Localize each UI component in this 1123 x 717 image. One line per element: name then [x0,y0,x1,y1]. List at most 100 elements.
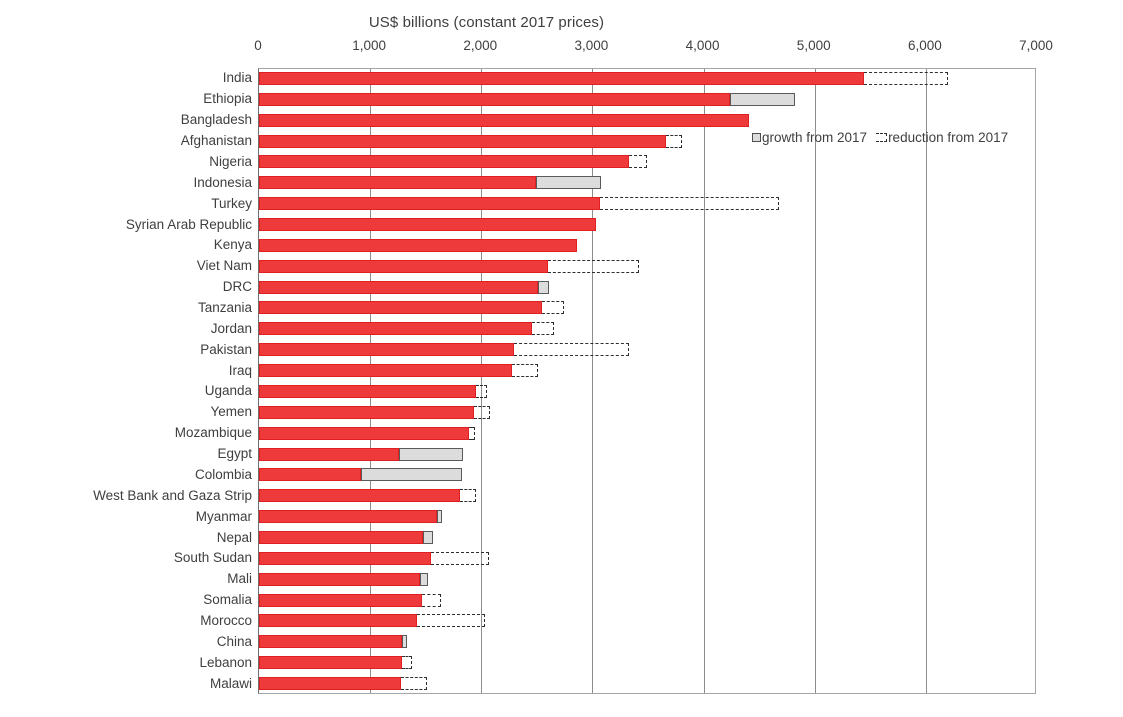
bar-segment-baseline [259,113,750,127]
bar-group [259,656,1037,670]
bar-segment-baseline [259,280,538,294]
bar-group [259,426,1037,440]
bar-segment-reduction [475,384,487,398]
bar-segment-reduction [600,197,780,211]
bars-layer [259,68,1036,694]
bar-segment-growth [402,635,407,649]
bar-group [259,301,1037,315]
bar-group [259,551,1037,565]
bar-chart: US$ billions (constant 2017 prices) 0 1,0… [0,0,1123,717]
category-label: Colombia [194,466,252,482]
bar-segment-baseline [259,343,514,357]
x-tick-label: 2,000 [463,38,498,53]
bar-group [259,447,1037,461]
chart-legend: growth from 2017 reduction from 2017 [752,130,1008,145]
bar-group [259,280,1037,294]
bar-segment-baseline [259,322,533,336]
bar-group [259,238,1037,252]
bar-segment-growth [535,176,602,190]
bar-segment-reduction [402,656,413,670]
bar-segment-growth [420,572,428,586]
bar-segment-reduction [401,677,427,691]
category-label: India [222,70,252,86]
bar-group [259,259,1037,273]
bar-group [259,218,1037,231]
bar-segment-reduction [422,593,442,607]
category-label: Myanmar [195,508,252,524]
bar-segment-baseline [259,364,513,378]
bar-group [259,635,1037,649]
bar-group [259,364,1037,378]
bar-segment-baseline [259,301,543,315]
bar-segment-growth [399,447,464,461]
bar-segment-baseline [259,405,474,419]
x-tick-label: 1,000 [352,38,387,53]
bar-segment-baseline [259,614,417,628]
category-label: Syrian Arab Republic [125,216,252,232]
category-label: Nepal [216,529,252,545]
category-label: Kenya [213,237,252,253]
category-label: China [216,633,252,649]
bar-segment-growth [361,468,463,482]
bar-segment-baseline [259,259,548,273]
bar-segment-reduction [547,259,640,273]
bar-group [259,405,1037,419]
category-label: Pakistan [200,341,252,357]
reduction-bracket-icon [876,133,888,142]
bar-group [259,468,1037,482]
category-label: Viet Nam [196,258,252,274]
bar-segment-growth [730,92,796,106]
bar-group [259,322,1037,336]
bar-segment-baseline [259,656,403,670]
bar-group [259,92,1037,106]
bar-segment-baseline [259,551,432,565]
category-label: Uganda [204,383,252,399]
bar-group [259,572,1037,586]
x-tick-label: 5,000 [796,38,831,53]
bar-segment-baseline [259,677,402,691]
bar-segment-baseline [259,489,461,503]
bar-group [259,677,1037,691]
category-label: Iraq [228,362,252,378]
bar-segment-reduction [416,614,485,628]
bar-segment-baseline [259,468,362,482]
category-label: Yemen [210,404,252,420]
chart-title-text: US$ billions (constant 2017 prices) [368,14,605,31]
bar-group [259,489,1037,503]
bar-segment-growth [423,531,434,544]
x-tick-label: 0 [254,38,262,53]
category-label: Somalia [203,592,252,608]
category-label: Mozambique [174,425,252,441]
bar-segment-baseline [259,426,470,440]
bar-segment-baseline [259,218,596,231]
bar-segment-reduction [469,426,475,440]
bar-segment-reduction [431,551,490,565]
legend-label-reduction: reduction from 2017 [888,130,1009,145]
bar-segment-reduction [460,489,476,503]
legend-label-growth: growth from 2017 [762,130,868,145]
category-label: West Bank and Gaza Strip [93,487,252,503]
category-label: Ethiopia [203,91,252,107]
bar-group [259,197,1037,211]
category-label: Tanzania [197,299,252,315]
bar-segment-reduction [629,155,647,169]
bar-segment-baseline [259,510,437,524]
bar-segment-baseline [259,71,864,85]
category-label: Bangladesh [180,112,252,128]
bar-segment-baseline [259,635,403,649]
bar-segment-reduction [512,364,538,378]
x-tick-label: 4,000 [685,38,720,53]
category-label: DRC [222,279,252,295]
bar-segment-baseline [259,531,424,544]
bar-segment-baseline [259,176,536,190]
category-label: Mali [227,571,252,587]
bar-group [259,71,1037,85]
category-label: Egypt [217,446,252,462]
bar-segment-reduction [863,71,949,85]
bar-group [259,384,1037,398]
bar-segment-baseline [259,593,423,607]
bar-group [259,155,1037,169]
bar-segment-baseline [259,447,400,461]
bar-segment-growth [537,280,550,294]
bar-segment-baseline [259,155,630,169]
